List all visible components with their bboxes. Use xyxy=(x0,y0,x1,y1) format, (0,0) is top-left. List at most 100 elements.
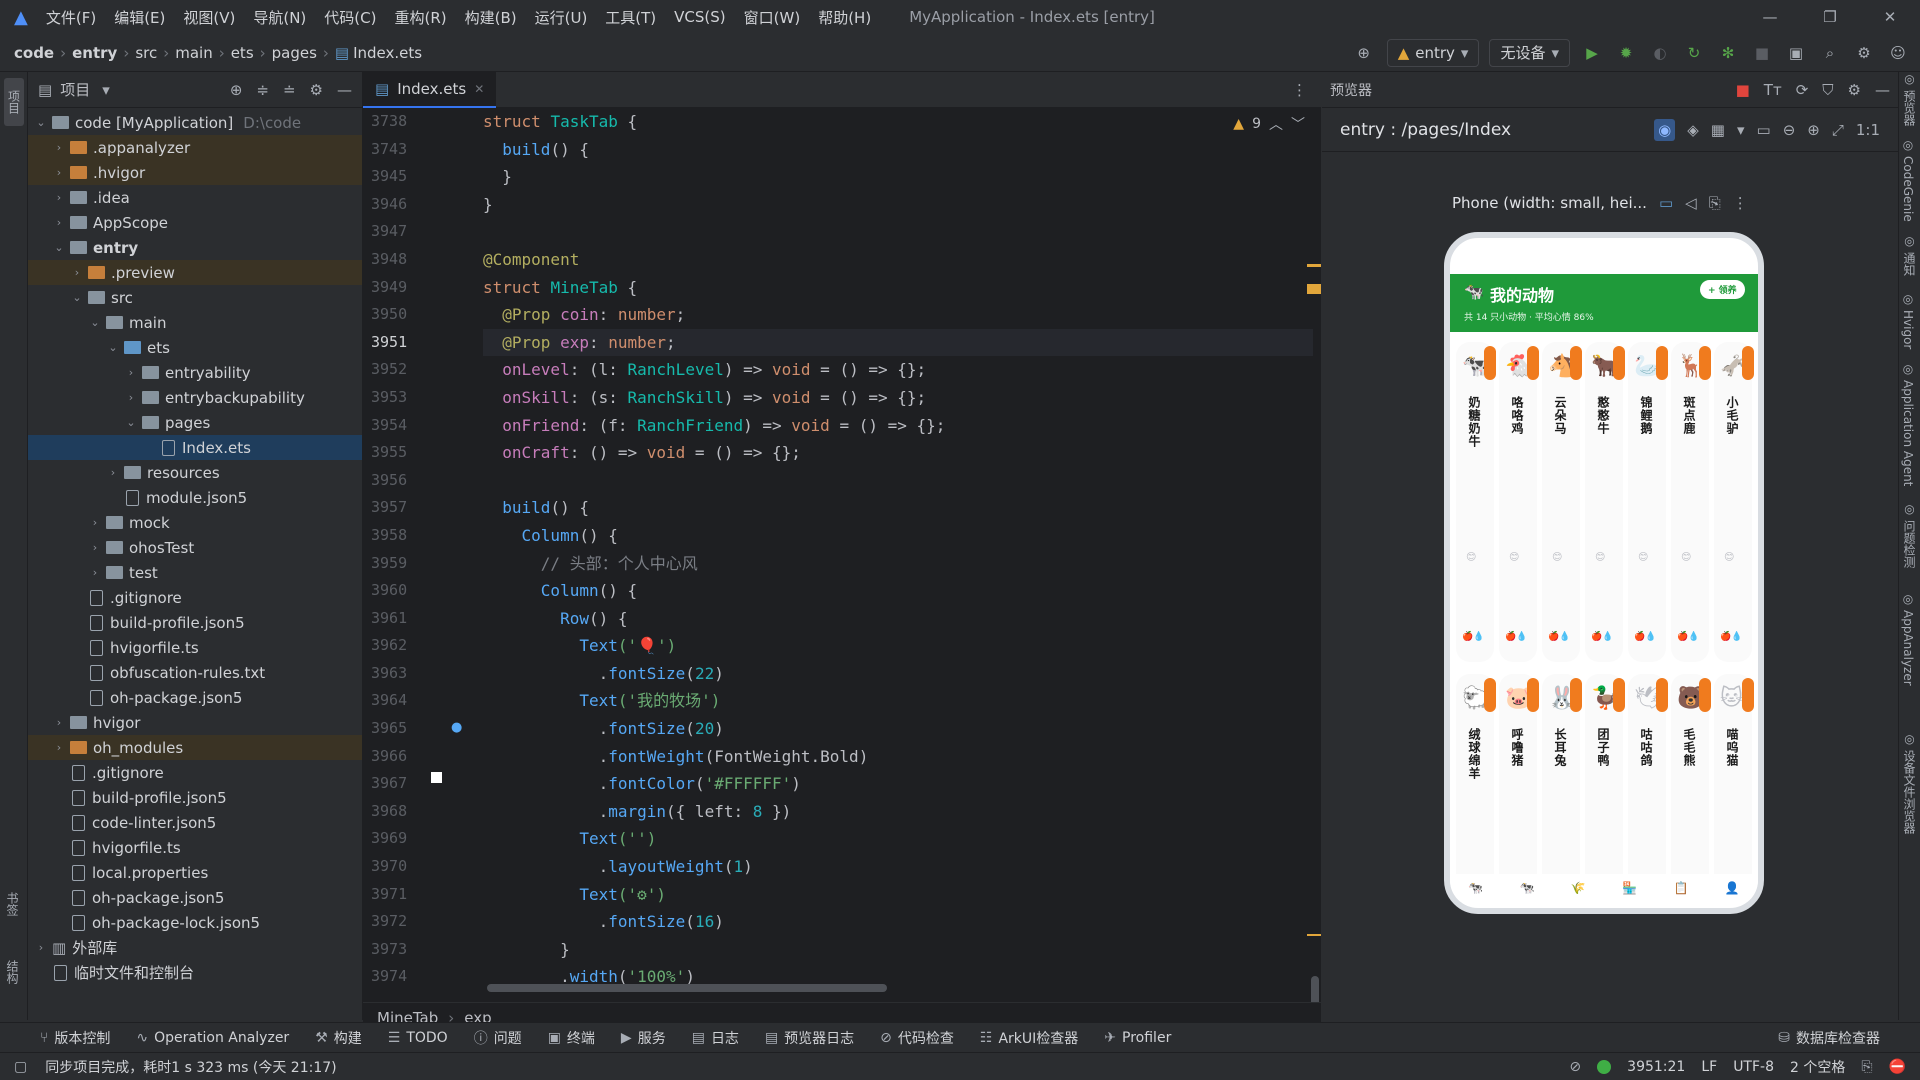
hide-icon[interactable]: — xyxy=(1875,81,1890,99)
code-line[interactable]: struct TaskTab { xyxy=(483,108,1313,136)
tree-row[interactable]: hvigorfile.ts xyxy=(28,835,362,860)
chevron-down-icon[interactable]: ⌄ xyxy=(106,341,120,354)
app-logo-icon[interactable]: ▲ xyxy=(14,7,28,28)
tree-row[interactable]: › entryability xyxy=(28,360,362,385)
back-icon[interactable]: ◁ xyxy=(1685,194,1697,212)
chevron-down-icon[interactable]: ⌄ xyxy=(34,116,48,129)
next-issue-icon[interactable]: ﹀ xyxy=(1291,114,1305,134)
tree-row[interactable]: module.json5 xyxy=(28,485,362,510)
tab-farm-icon[interactable]: 🐄 xyxy=(1468,881,1483,895)
maximize-icon[interactable]: ❐ xyxy=(1800,8,1860,26)
animal-card[interactable]: 🦌 斑点鹿 😊 🍎💧 xyxy=(1671,342,1711,662)
font-size-icon[interactable]: Tт xyxy=(1764,81,1782,99)
chevron-right-icon[interactable]: › xyxy=(124,391,138,404)
gear-icon[interactable]: ⚙ xyxy=(310,81,323,99)
tree-row[interactable]: › entrybackupability xyxy=(28,385,362,410)
code-line[interactable]: .fontSize(20) xyxy=(483,715,1313,743)
chevron-right-icon[interactable]: › xyxy=(88,541,102,554)
minimize-icon[interactable]: — xyxy=(1740,8,1800,26)
code-line[interactable]: onLevel: (l: RanchLevel) => void = () =>… xyxy=(483,356,1313,384)
more-icon[interactable]: ⋮ xyxy=(1733,194,1748,212)
tree-row[interactable]: › .hvigor xyxy=(28,160,362,185)
right-tool-button[interactable]: ◎ 通知 xyxy=(1901,234,1918,276)
project-tool-button[interactable]: 项目 xyxy=(4,78,24,126)
run-config-select[interactable]: ▲ entry ▾ xyxy=(1386,38,1480,67)
code-line[interactable]: struct MineTab { xyxy=(483,274,1313,302)
project-panel-title[interactable]: 项目 xyxy=(60,79,90,100)
bottom-tool-button[interactable]: ▤ 预览器日志 xyxy=(765,1028,854,1048)
right-tool-button[interactable]: ◎ AppAnalyzer xyxy=(1901,592,1915,686)
chevron-right-icon[interactable]: › xyxy=(52,716,66,729)
inspection-widget[interactable]: ▲ 9 ︿ ﹀ xyxy=(1233,114,1305,134)
code-line[interactable]: Text('🎈') xyxy=(483,632,1313,660)
menu-item[interactable]: 文件(F) xyxy=(46,7,96,28)
chevron-down-icon[interactable]: ⌄ xyxy=(88,316,102,329)
readonly-icon[interactable]: ⎘ xyxy=(1861,1059,1872,1075)
chevron-right-icon[interactable]: › xyxy=(34,941,48,954)
tree-row[interactable]: oh-package.json5 xyxy=(28,685,362,710)
stop-preview-icon[interactable]: ■ xyxy=(1736,81,1750,99)
cursor-position[interactable]: 3951:21 xyxy=(1627,1059,1685,1075)
animal-card[interactable]: 🫏 小毛驴 😊 🍎💧 xyxy=(1714,342,1754,662)
code-line[interactable]: .fontSize(22) xyxy=(483,660,1313,688)
tree-row[interactable]: › mock xyxy=(28,510,362,535)
menu-item[interactable]: 代码(C) xyxy=(324,7,376,28)
menu-item[interactable]: 编辑(E) xyxy=(114,7,165,28)
chevron-right-icon[interactable]: › xyxy=(52,741,66,754)
bottom-tool-button[interactable]: ☷ ArkUI检查器 xyxy=(980,1028,1078,1048)
animal-card[interactable]: 🐷呼噜猪😊🍎💧 xyxy=(1499,674,1539,874)
menu-item[interactable]: 构建(B) xyxy=(465,7,517,28)
tree-row[interactable]: › AppScope xyxy=(28,210,362,235)
bottom-tool-button[interactable]: ⊘ 代码检查 xyxy=(880,1028,954,1048)
code-line[interactable]: } xyxy=(483,191,1313,219)
code-content[interactable]: struct TaskTab { build() { }} @Component… xyxy=(483,108,1313,1002)
indent-setting[interactable]: 2 个空格 xyxy=(1790,1057,1845,1077)
menu-item[interactable]: 重构(R) xyxy=(394,7,446,28)
code-line[interactable]: // 头部：个人中心风 xyxy=(483,550,1313,578)
chevron-right-icon[interactable]: › xyxy=(52,166,66,179)
tree-row[interactable]: oh-package.json5 xyxy=(28,885,362,910)
animal-card[interactable]: 🐱喵呜猫😊🍎💧 xyxy=(1714,674,1754,874)
file-encoding[interactable]: UTF-8 xyxy=(1733,1059,1774,1075)
stop-icon[interactable]: ■ xyxy=(1750,44,1774,62)
panel-toggle-icon[interactable]: ▢ xyxy=(14,1059,27,1075)
zoom-in-icon[interactable]: ⊕ xyxy=(1807,121,1820,139)
code-line[interactable]: } xyxy=(483,936,1313,964)
animal-card[interactable]: 🐻毛毛熊😊🍎💧 xyxy=(1671,674,1711,874)
tree-row[interactable]: oh-package-lock.json5 xyxy=(28,910,362,935)
menu-item[interactable]: 导航(N) xyxy=(253,7,306,28)
chevron-right-icon[interactable]: › xyxy=(70,266,84,279)
tab-index-ets[interactable]: ▤ Index.ets ✕ xyxy=(363,71,497,108)
chevron-down-icon[interactable]: ▾ xyxy=(102,81,110,99)
fullscreen-icon[interactable]: ⤢ xyxy=(1832,121,1844,139)
chevron-right-icon[interactable]: › xyxy=(52,216,66,229)
notifications-icon[interactable]: ⛔ xyxy=(1889,1059,1906,1075)
gear-icon[interactable]: ⚙ xyxy=(1848,81,1861,99)
tree-row[interactable]: › ▥ 外部库 xyxy=(28,935,362,960)
animal-card[interactable]: 🦢 锦鲤鹅 😊 🍎💧 xyxy=(1628,342,1668,662)
animal-card[interactable]: 🕊咕咕鸽😊🍎💧 xyxy=(1628,674,1668,874)
code-line[interactable] xyxy=(483,218,1313,246)
right-tool-button[interactable]: ◎ Application Agent xyxy=(1901,362,1915,486)
actual-size-icon[interactable]: 1:1 xyxy=(1856,121,1880,139)
bookmarks-tool-button[interactable]: 书签 xyxy=(4,892,21,920)
tree-row[interactable]: local.properties xyxy=(28,860,362,885)
tree-row[interactable]: › .preview xyxy=(28,260,362,285)
animal-card[interactable]: 🐴 云朵马 😊 🍎💧 xyxy=(1542,342,1582,662)
tree-row[interactable]: ⌄ ets xyxy=(28,335,362,360)
code-line[interactable]: build() { xyxy=(483,136,1313,164)
right-tool-button[interactable]: ◎ Hvigor xyxy=(1901,292,1915,349)
tree-row[interactable]: obfuscation-rules.txt xyxy=(28,660,362,685)
code-line[interactable]: .fontSize(16) xyxy=(483,908,1313,936)
layers-icon[interactable]: ◈ xyxy=(1687,121,1699,139)
breadcrumb-item[interactable]: main xyxy=(175,44,212,62)
apply-changes-icon[interactable]: ↻ xyxy=(1682,44,1706,62)
device-manager-icon[interactable]: ▣ xyxy=(1784,44,1808,62)
code-line[interactable]: @Prop coin: number; xyxy=(483,301,1313,329)
animal-card[interactable]: 🐂 憨憨牛 😊 🍎💧 xyxy=(1585,342,1625,662)
bottom-tool-button[interactable]: ▤ 日志 xyxy=(692,1028,739,1048)
chevron-down-icon[interactable]: ▾ xyxy=(1737,121,1745,139)
code-line[interactable]: Column() { xyxy=(483,522,1313,550)
attach-icon[interactable]: ◐ xyxy=(1648,44,1672,62)
tree-row[interactable]: 临时文件和控制台 xyxy=(28,960,362,985)
